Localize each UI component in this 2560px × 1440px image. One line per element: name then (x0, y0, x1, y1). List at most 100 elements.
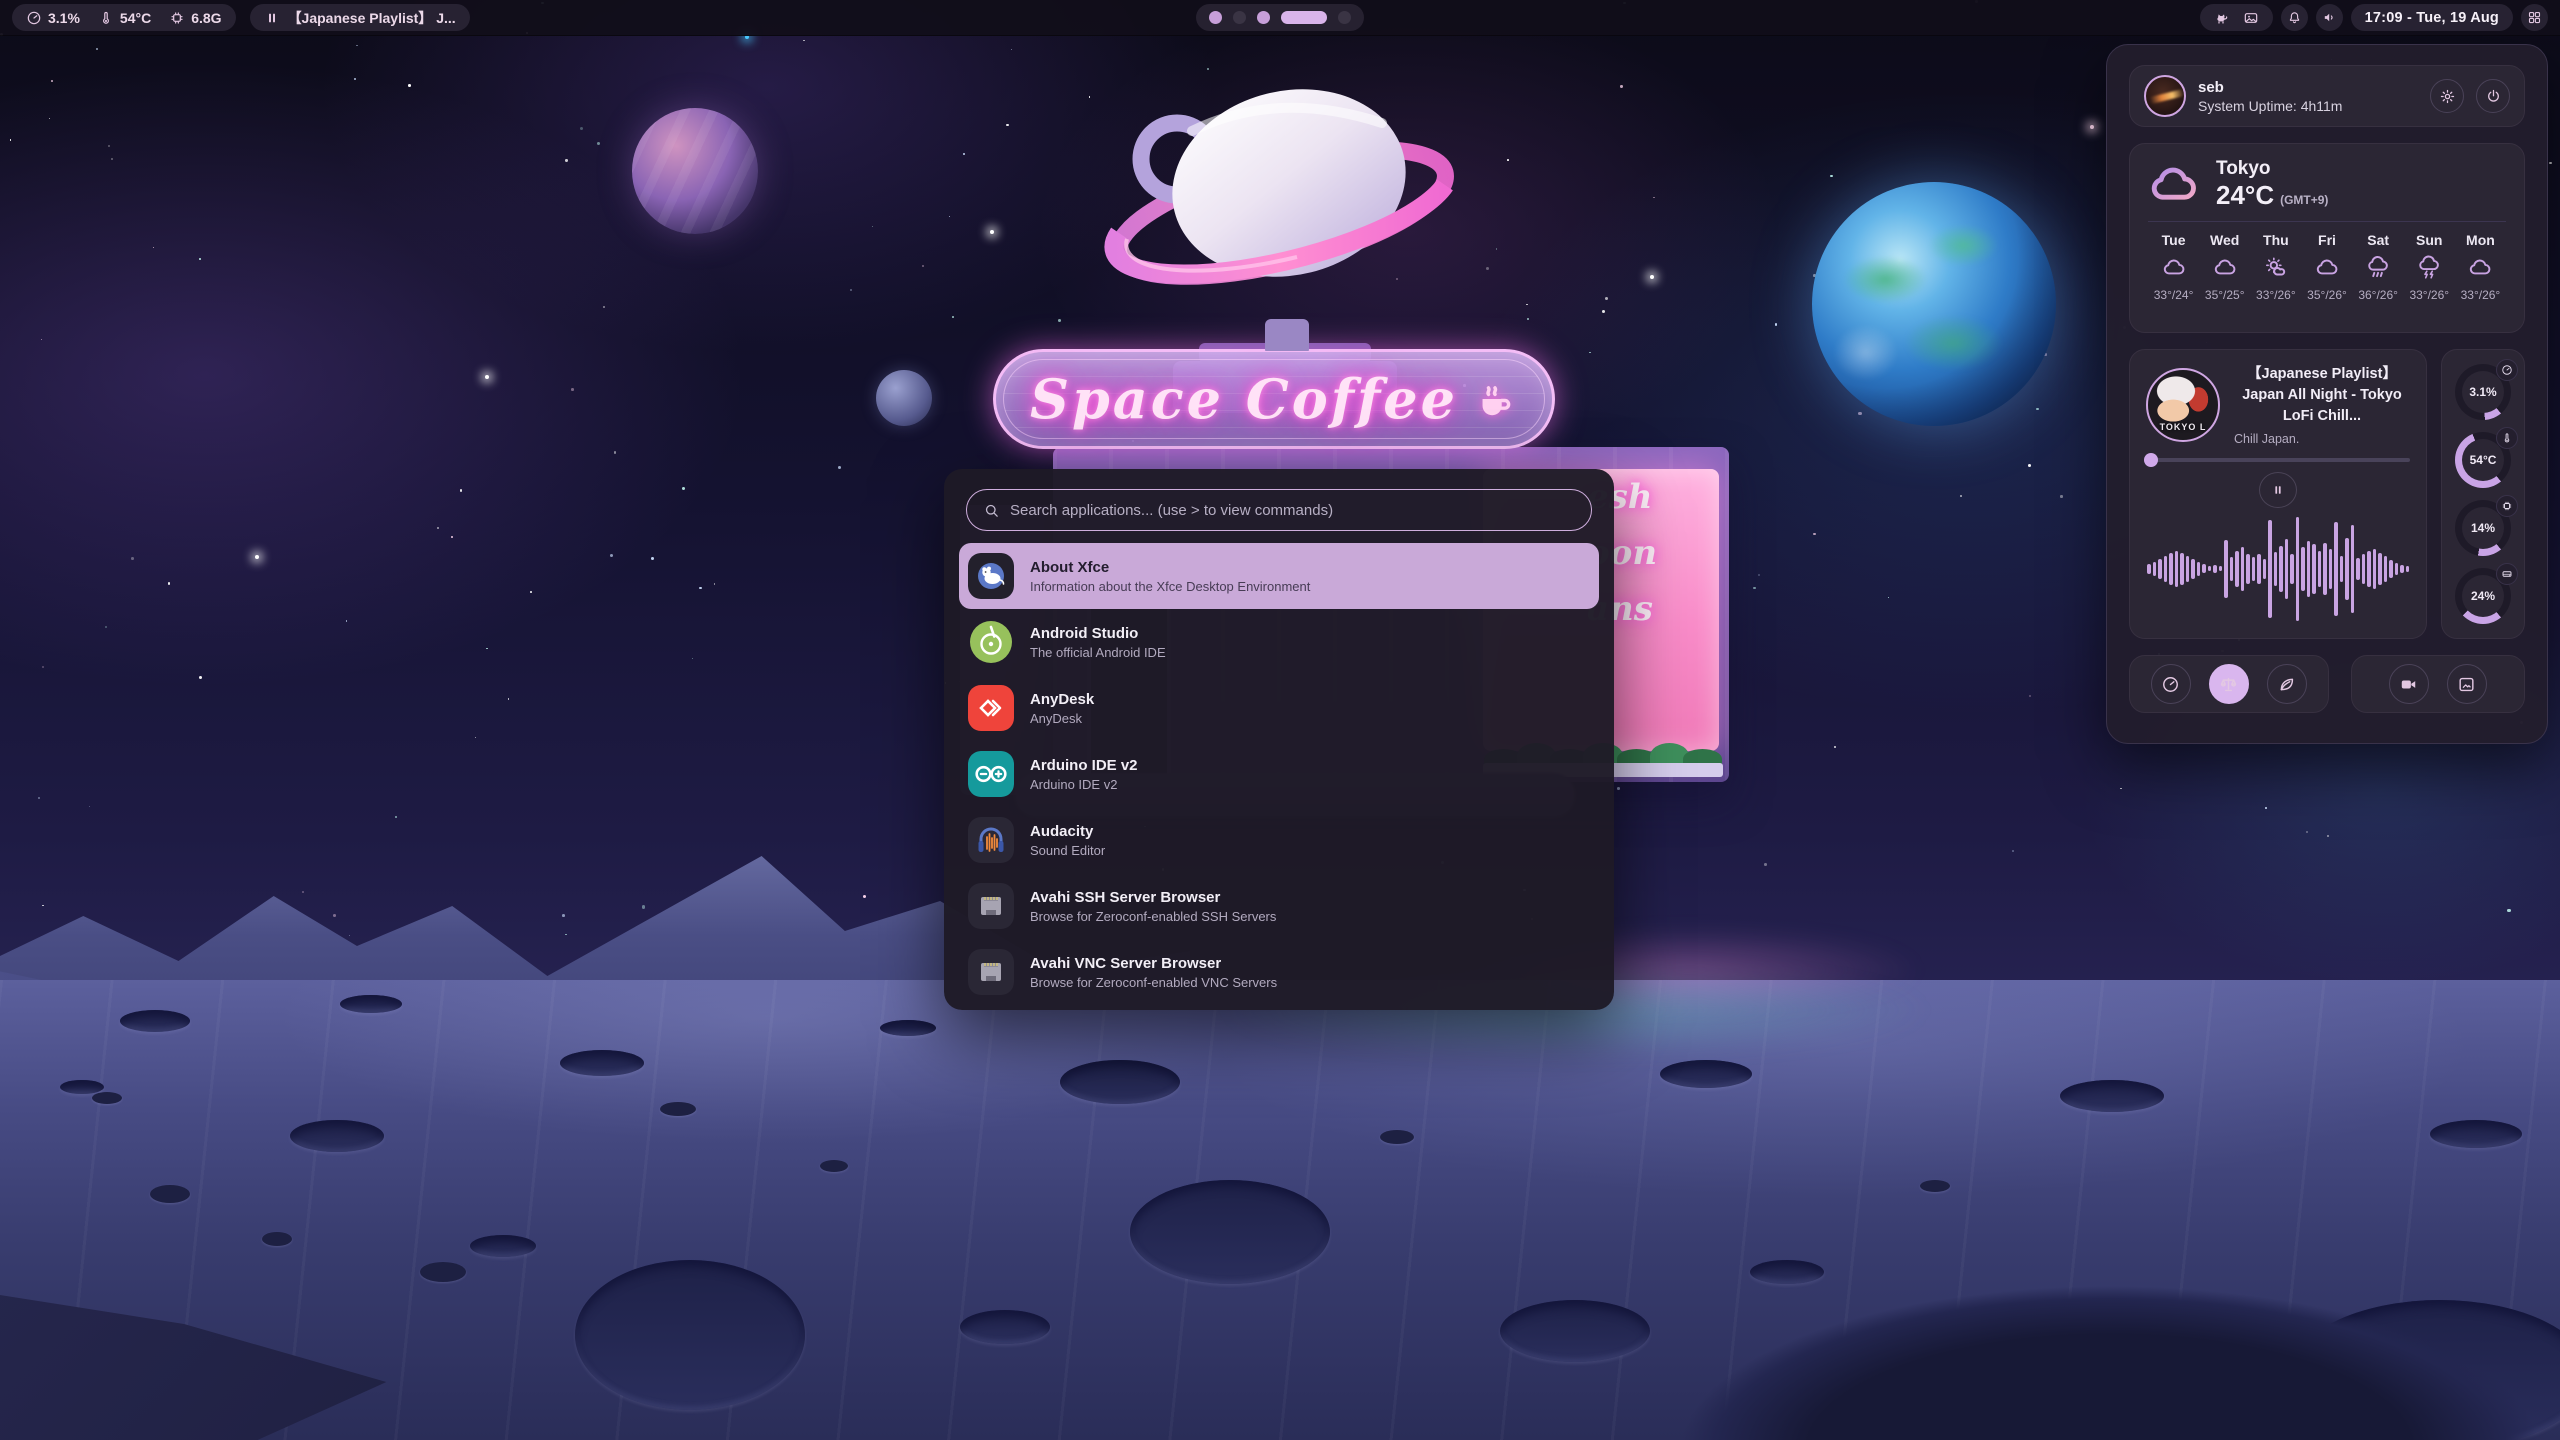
forecast-day: Tue 33°/24° (2148, 232, 2199, 302)
app-title: About Xfce (1030, 559, 1310, 576)
app-icon (968, 817, 1014, 863)
forecast-weather-icon (2263, 255, 2289, 281)
forecast-day: Sat 36°/26° (2353, 232, 2404, 302)
search-input[interactable] (1010, 502, 1575, 519)
weather-timezone: (GMT+9) (2280, 193, 2328, 207)
gauge-icon (26, 10, 42, 26)
pause-icon (2271, 483, 2285, 497)
capture-button[interactable] (2389, 664, 2429, 704)
power-profile-button[interactable] (2151, 664, 2191, 704)
music-player-card: TOKYO L 【Japanese Playlist】 Japan All Ni… (2129, 349, 2427, 639)
forecast-day-label: Sun (2416, 232, 2442, 248)
app-row[interactable]: About Xfce Information about the Xfce De… (959, 543, 1599, 609)
album-art[interactable]: TOKYO L (2146, 368, 2220, 442)
coffee-cup-icon (1472, 376, 1518, 422)
forecast-day: Wed 35°/25° (2199, 232, 2250, 302)
search-bar[interactable] (966, 489, 1592, 531)
track-title: 【Japanese Playlist】 Japan All Night - To… (2234, 364, 2410, 427)
forecast-temps: 35°/25° (2205, 288, 2245, 302)
violet-planet (632, 108, 758, 234)
app-subtitle: Arduino IDE v2 (1030, 777, 1138, 792)
now-playing-chip[interactable]: 【Japanese Playlist】 J... (250, 4, 470, 31)
small-moon (876, 370, 932, 426)
audio-waveform (2146, 514, 2410, 624)
progress-knob[interactable] (2144, 453, 2158, 467)
workspace-indicator[interactable] (1196, 4, 1364, 31)
system-gauge: 3.1% (2455, 364, 2511, 420)
desktop: eshoonans Space Coffee (0, 0, 2560, 1440)
settings-button[interactable] (2430, 79, 2464, 113)
memory-stat: 6.8G (169, 10, 221, 26)
app-title: Arduino IDE v2 (1030, 757, 1138, 774)
workspace-dot[interactable] (1233, 11, 1246, 24)
forecast-row: Tue 33°/24° Wed 35°/25° Thu 33°/26° Fri (2148, 232, 2506, 302)
thermometer-icon (98, 10, 114, 26)
forecast-weather-icon (2161, 255, 2187, 281)
app-row[interactable]: Android Studio The official Android IDE (944, 609, 1614, 675)
sign-text: Space Coffee (1030, 367, 1458, 431)
power-profile-button[interactable] (2209, 664, 2249, 704)
system-stats-pill: 3.1% 54°C 6.8G (12, 4, 236, 31)
earth-planet (1812, 182, 2056, 426)
app-row[interactable]: Avahi VNC Server Browser Browse for Zero… (944, 939, 1614, 1005)
app-title: Audacity (1030, 823, 1105, 840)
user-card: seb System Uptime: 4h11m (2129, 65, 2525, 127)
app-row[interactable]: Arduino IDE v2 Arduino IDE v2 (944, 741, 1614, 807)
app-title: Avahi SSH Server Browser (1030, 889, 1276, 906)
gear-icon (2439, 88, 2456, 105)
tray-pill[interactable] (2200, 4, 2273, 31)
weather-card: Tokyo 24°C(GMT+9) Tue 33°/24° Wed 35°/25… (2129, 143, 2525, 333)
chip-icon (169, 10, 185, 26)
app-launcher: About Xfce Information about the Xfce De… (944, 469, 1614, 1010)
forecast-day: Fri 35°/26° (2301, 232, 2352, 302)
cpu-stat: 3.1% (26, 10, 80, 26)
app-title: AnyDesk (1030, 691, 1094, 708)
forecast-day-label: Tue (2162, 232, 2186, 248)
power-profile-card (2129, 655, 2329, 713)
forecast-day-label: Sat (2367, 232, 2389, 248)
workspace-dot[interactable] (1209, 11, 1222, 24)
app-row[interactable]: Audacity Sound Editor (944, 807, 1614, 873)
workspace-dot[interactable] (1338, 11, 1351, 24)
power-profile-button[interactable] (2267, 664, 2307, 704)
gauge-icon (2496, 495, 2518, 517)
app-list: About Xfce Information about the Xfce De… (944, 543, 1614, 1005)
system-uptime: System Uptime: 4h11m (2198, 98, 2418, 114)
user-name: seb (2198, 79, 2418, 96)
power-button[interactable] (2476, 79, 2510, 113)
app-row[interactable]: Avahi SSH Server Browser Browse for Zero… (944, 873, 1614, 939)
app-grid-button[interactable] (2521, 4, 2548, 31)
gauge-icon (2496, 563, 2518, 585)
forecast-temps: 33°/24° (2154, 288, 2194, 302)
gauge-icon (2496, 427, 2518, 449)
side-panel: seb System Uptime: 4h11m Tokyo 24°C(GMT (2106, 44, 2548, 744)
notifications-button[interactable] (2281, 4, 2308, 31)
clock[interactable]: 17:09 - Tue, 19 Aug (2351, 4, 2513, 31)
track-progress-bar[interactable] (2146, 458, 2410, 462)
forecast-temps: 33°/26° (2409, 288, 2449, 302)
cat-tray-icon[interactable] (2214, 10, 2230, 26)
workspace-dot[interactable] (1281, 11, 1327, 24)
avatar[interactable] (2144, 75, 2186, 117)
forecast-day: Sun 33°/26° (2404, 232, 2455, 302)
capture-button[interactable] (2447, 664, 2487, 704)
power-icon (2485, 88, 2502, 105)
app-title: Android Studio (1030, 625, 1166, 642)
floating-cup-sculpture (1097, 61, 1467, 351)
app-title: Avahi VNC Server Browser (1030, 955, 1277, 972)
grid-icon (2527, 10, 2542, 25)
bell-icon (2287, 10, 2302, 25)
app-row[interactable]: AnyDesk AnyDesk (944, 675, 1614, 741)
play-pause-button[interactable] (2259, 472, 2297, 508)
app-icon (968, 553, 1014, 599)
volume-button[interactable] (2316, 4, 2343, 31)
system-gauges-card: 3.1% 54°C 14% 24% (2441, 349, 2525, 639)
workspace-dot[interactable] (1257, 11, 1270, 24)
forecast-day-label: Thu (2263, 232, 2289, 248)
forecast-weather-icon (2212, 255, 2238, 281)
weather-city: Tokyo (2216, 158, 2328, 180)
temp-stat: 54°C (98, 10, 151, 26)
image-tray-icon[interactable] (2243, 10, 2259, 26)
system-gauge: 54°C (2455, 432, 2511, 488)
app-icon (968, 883, 1014, 929)
